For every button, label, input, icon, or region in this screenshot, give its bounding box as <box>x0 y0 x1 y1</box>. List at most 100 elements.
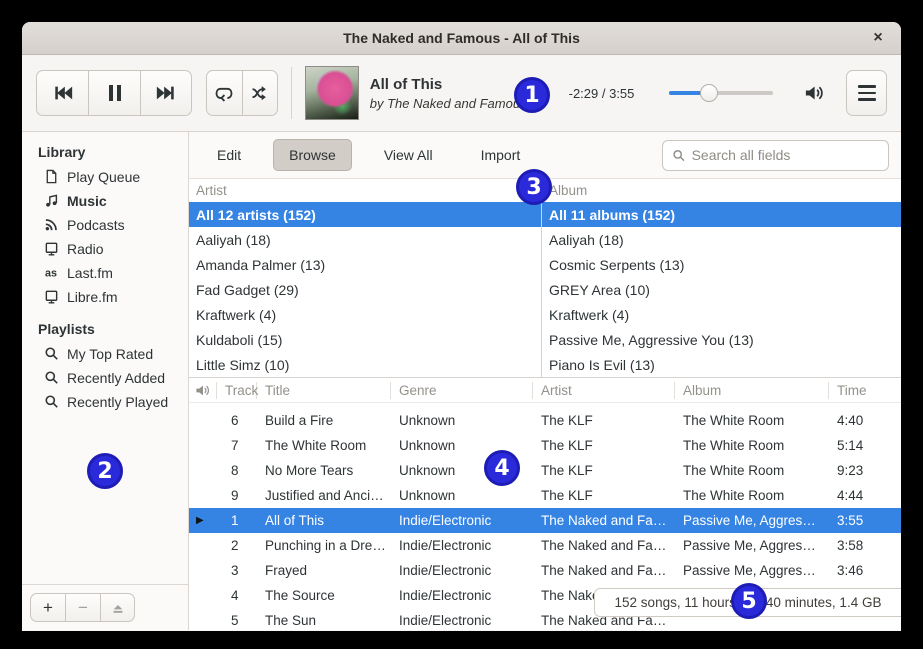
toolbar-button-edit[interactable]: Edit <box>201 139 257 171</box>
volume-slider[interactable] <box>669 84 773 102</box>
shuffle-icon <box>250 83 270 103</box>
album-pane: Album All 11 albums (152)Aaliyah (18)Cos… <box>542 179 901 377</box>
sidebar-item[interactable]: Play Queue <box>22 165 188 189</box>
music-note-icon <box>44 193 60 209</box>
album-column-header[interactable]: Album <box>542 179 901 202</box>
sidebar-item[interactable]: My Top Rated <box>22 342 188 366</box>
cell-track: 3 <box>217 563 257 578</box>
player-toolbar: All of This by The Naked and Famous -2:2… <box>22 55 901 132</box>
column-header-title[interactable]: Title <box>257 382 391 399</box>
album-row[interactable]: All 11 albums (152) <box>542 202 901 227</box>
titlebar[interactable]: The Naked and Famous - All of This × <box>22 22 901 55</box>
radio-icon <box>44 241 60 257</box>
sidebar-item[interactable]: Music <box>22 189 188 213</box>
sidebar-item[interactable]: Radio <box>22 237 188 261</box>
artist-row[interactable]: Little Simz (10) <box>189 352 541 377</box>
track-row[interactable]: 3 Frayed Indie/Electronic The Naked and … <box>189 558 901 583</box>
toolbar-button-browse[interactable]: Browse <box>273 139 352 171</box>
cell-artist: The KLF <box>533 438 675 453</box>
album-art <box>305 66 359 120</box>
playback-mode-controls <box>206 70 278 116</box>
cell-artist: The KLF <box>533 413 675 428</box>
repeat-button[interactable] <box>206 70 242 116</box>
artist-row[interactable]: Kuldaboli (15) <box>189 327 541 352</box>
sidebar-item[interactable]: Recently Played <box>22 390 188 414</box>
artist-column-header[interactable]: Artist <box>189 179 541 202</box>
close-icon[interactable]: × <box>865 22 891 54</box>
artist-row[interactable]: Aaliyah (18) <box>189 227 541 252</box>
annotation-marker-1: 1 <box>514 77 550 113</box>
add-playlist-button[interactable]: + <box>30 593 65 622</box>
remove-playlist-button[interactable]: − <box>65 593 100 622</box>
column-header-track[interactable]: Track <box>217 382 257 399</box>
album-row[interactable]: Piano Is Evil (13) <box>542 352 901 377</box>
cell-title: Frayed <box>257 563 391 578</box>
search-box[interactable] <box>662 140 889 171</box>
sidebar-item-label: Podcasts <box>67 217 125 233</box>
now-playing-title: All of This <box>370 76 539 93</box>
annotation-marker-2: 2 <box>87 453 123 489</box>
sidebar-item[interactable]: Recently Added <box>22 366 188 390</box>
track-row[interactable]: 8 No More Tears Unknown The KLF The Whit… <box>189 458 901 483</box>
cell-album: Passive Me, Aggres… <box>675 563 829 578</box>
cell-time: 3:46 <box>829 563 901 578</box>
track-row[interactable]: 9 Justified and Anci… Unknown The KLF Th… <box>189 483 901 508</box>
cell-genre: Unknown <box>391 413 533 428</box>
album-row[interactable]: Passive Me, Aggressive You (13) <box>542 327 901 352</box>
toolbar-button-import[interactable]: Import <box>465 139 537 171</box>
sidebar: Library Play Queue Music Podc <box>22 132 189 630</box>
cell-title: No More Tears <box>257 463 391 478</box>
eject-button[interactable] <box>100 593 135 622</box>
cell-genre: Unknown <box>391 438 533 453</box>
window-title: The Naked and Famous - All of This <box>343 30 580 46</box>
next-button[interactable] <box>140 70 192 116</box>
cell-time: 3:58 <box>829 538 901 553</box>
volume-handle[interactable] <box>700 84 718 102</box>
sidebar-item[interactable]: Libre.fm <box>22 285 188 309</box>
artist-row[interactable]: Kraftwerk (4) <box>189 302 541 327</box>
track-row[interactable]: 6 Build a Fire Unknown The KLF The White… <box>189 408 901 433</box>
sidebar-item[interactable]: as Last.fm <box>22 261 188 285</box>
column-header-genre[interactable]: Genre <box>391 382 533 399</box>
toolbar-separator <box>291 67 292 119</box>
cell-track: 5 <box>217 613 257 628</box>
sidebar-item[interactable]: Podcasts <box>22 213 188 237</box>
cell-track: 1 <box>217 513 257 528</box>
playing-column-header[interactable] <box>189 382 217 399</box>
track-row[interactable]: ▶ 1 All of This Indie/Electronic The Nak… <box>189 508 901 533</box>
cell-track: 6 <box>217 413 257 428</box>
album-row[interactable]: Aaliyah (18) <box>542 227 901 252</box>
cell-genre: Indie/Electronic <box>391 538 533 553</box>
column-header-time[interactable]: Time <box>829 382 901 399</box>
next-icon <box>155 82 177 104</box>
previous-button[interactable] <box>36 70 88 116</box>
library-browser: Artist All 12 artists (152)Aaliyah (18)A… <box>189 179 901 378</box>
column-header-artist[interactable]: Artist <box>533 382 675 399</box>
eject-icon <box>111 601 125 615</box>
cell-title: Justified and Anci… <box>257 488 391 503</box>
cell-genre: Indie/Electronic <box>391 563 533 578</box>
column-header-album[interactable]: Album <box>675 382 829 399</box>
hamburger-menu-button[interactable] <box>846 70 887 116</box>
artist-list: All 12 artists (152)Aaliyah (18)Amanda P… <box>189 202 541 377</box>
track-row[interactable]: 7 The White Room Unknown The KLF The Whi… <box>189 433 901 458</box>
artist-row[interactable]: Amanda Palmer (13) <box>189 252 541 277</box>
shuffle-button[interactable] <box>242 70 278 116</box>
previous-icon <box>52 82 74 104</box>
album-row[interactable]: Kraftwerk (4) <box>542 302 901 327</box>
artist-row[interactable]: Fad Gadget (29) <box>189 277 541 302</box>
sidebar-item-label: Recently Added <box>67 370 165 386</box>
cell-genre: Indie/Electronic <box>391 588 533 603</box>
track-row[interactable]: 2 Punching in a Dre… Indie/Electronic Th… <box>189 533 901 558</box>
app-body: Library Play Queue Music Podc <box>22 132 901 630</box>
artist-row[interactable]: All 12 artists (152) <box>189 202 541 227</box>
search-input[interactable] <box>692 147 879 163</box>
speaker-icon[interactable] <box>803 83 824 103</box>
radio-icon <box>44 289 60 305</box>
cell-genre: Indie/Electronic <box>391 613 533 628</box>
album-row[interactable]: Cosmic Serpents (13) <box>542 252 901 277</box>
sidebar-item-label: Recently Played <box>67 394 168 410</box>
pause-button[interactable] <box>88 70 140 116</box>
album-row[interactable]: GREY Area (10) <box>542 277 901 302</box>
toolbar-button-view-all[interactable]: View All <box>368 139 449 171</box>
